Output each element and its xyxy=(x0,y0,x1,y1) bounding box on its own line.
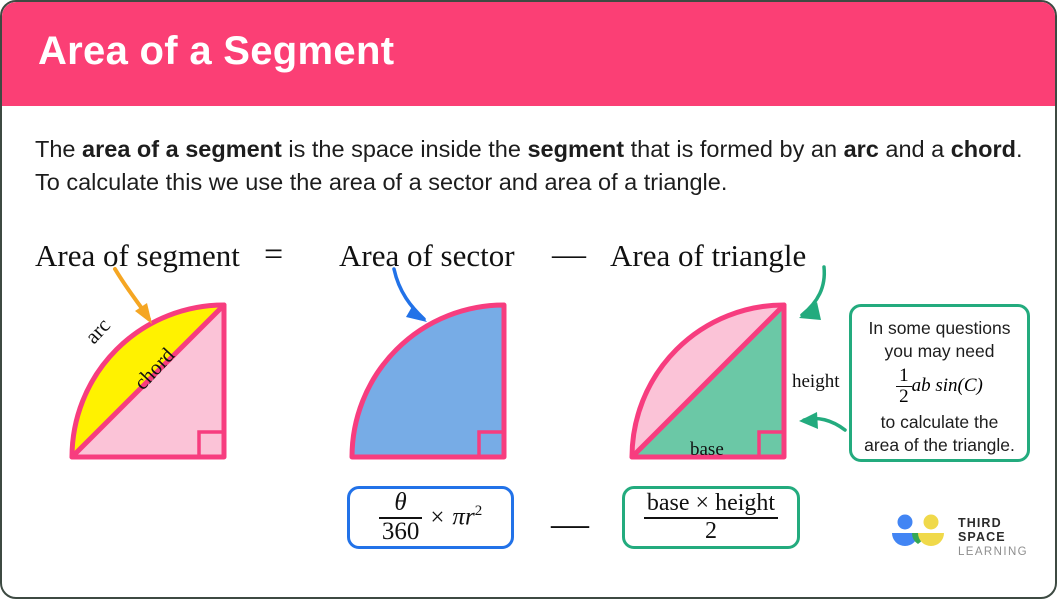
callout-fraction-numerator: 1 xyxy=(899,365,909,386)
equation-term-segment: Area of segment xyxy=(35,238,240,273)
page-header: Area of a Segment xyxy=(2,2,1055,106)
triangle-fraction: base × height 2 xyxy=(643,490,779,544)
callout-formula-rest: ab sin(C) xyxy=(911,375,983,397)
equation-term-triangle: Area of triangle xyxy=(610,238,807,273)
triangle-fraction-numerator: base × height xyxy=(646,490,776,517)
brand-logo: THIRD SPACE LEARNING xyxy=(890,510,1042,558)
third-space-learning-mark xyxy=(892,514,944,546)
sector-exponent: 2 xyxy=(474,503,483,520)
intro-fragment-3: segment xyxy=(527,136,625,162)
page-title: Area of a Segment xyxy=(38,29,395,73)
callout-line-3: to calculate the xyxy=(880,411,999,432)
equation-word-row: Area of segment = Area of sector — Area … xyxy=(2,236,1055,280)
callout-box: In some questions you may need 1 2 ab si… xyxy=(849,304,1030,462)
sector-fraction-denominator: 360 xyxy=(381,517,420,545)
height-label: height xyxy=(792,371,840,392)
callout-fraction: 1 2 xyxy=(896,366,912,407)
intro-fragment-4: that is formed by an xyxy=(624,136,844,162)
equals-sign: = xyxy=(264,236,284,273)
logo-line-1: THIRD SPACE xyxy=(958,516,1006,544)
sector-fraction: θ 360 xyxy=(378,489,423,545)
equation-term-sector: Area of sector xyxy=(339,238,515,273)
callout-formula: 1 2 ab sin(C) xyxy=(896,366,983,407)
callout-line-4: area of the triangle. xyxy=(864,434,1015,455)
base-label: base xyxy=(690,439,724,460)
minus-sign: — xyxy=(552,236,586,273)
sector-formula-rest: πr2 xyxy=(452,503,482,531)
sector-times-sign: × xyxy=(430,503,445,531)
intro-fragment-1: area of a segment xyxy=(82,136,282,162)
triangle-formula-box: base × height 2 xyxy=(622,486,800,549)
triangle-diagram xyxy=(614,282,804,462)
intro-paragraph: The area of a segment is the space insid… xyxy=(35,133,1027,199)
callout-fraction-denominator: 2 xyxy=(899,385,909,407)
intro-fragment-2: is the space inside the xyxy=(281,136,528,162)
callout-line-1: In some questions xyxy=(868,318,1011,338)
sector-formula-box: θ 360 × πr2 xyxy=(347,486,514,549)
intro-fragment-0: The xyxy=(35,136,83,162)
intro-fragment-6: and a xyxy=(878,136,951,162)
arrow-callout-to-triangle xyxy=(799,412,847,432)
triangle-fraction-denominator: 2 xyxy=(704,517,717,544)
formula-minus-sign: — xyxy=(551,503,589,545)
sector-pi-r: πr xyxy=(452,503,475,531)
callout-line-2: you may need xyxy=(884,341,995,361)
sector-fraction-numerator: θ xyxy=(394,489,407,517)
intro-fragment-7: chord xyxy=(950,136,1017,162)
lesson-card: Area of a Segment The area of a segment … xyxy=(0,0,1057,599)
sector-diagram xyxy=(334,282,524,462)
logo-line-2: LEARNING xyxy=(958,546,1028,558)
logo-text: THIRD SPACE LEARNING xyxy=(958,516,1042,558)
intro-fragment-5: arc xyxy=(843,136,879,162)
